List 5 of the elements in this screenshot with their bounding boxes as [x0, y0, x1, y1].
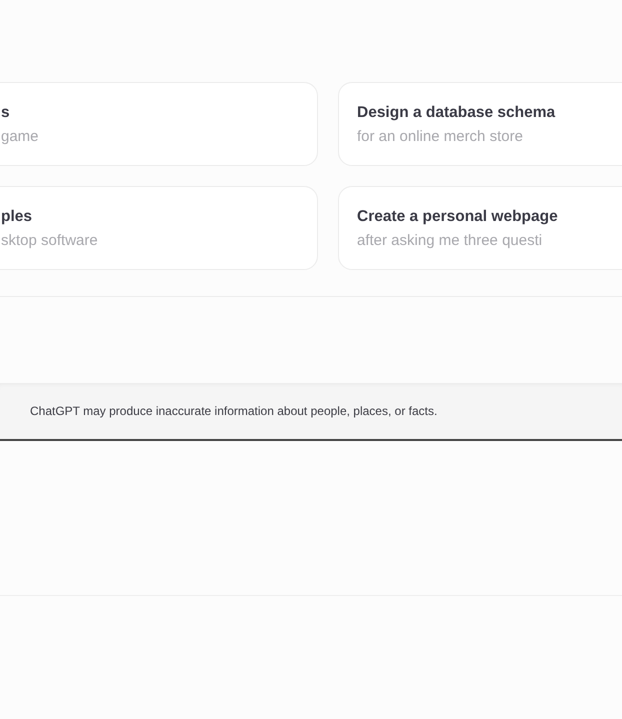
suggestion-card[interactable]: s game — [0, 82, 318, 166]
suggestion-card[interactable]: Create a personal webpage after asking me three questi — [338, 186, 622, 270]
suggestion-card[interactable]: Design a database schema for an online merch store — [338, 82, 622, 166]
suggestion-card[interactable]: ples sktop software — [0, 186, 318, 270]
disclaimer-text: ChatGPT may produce inaccurate information about people, places, or facts. — [29, 404, 438, 418]
